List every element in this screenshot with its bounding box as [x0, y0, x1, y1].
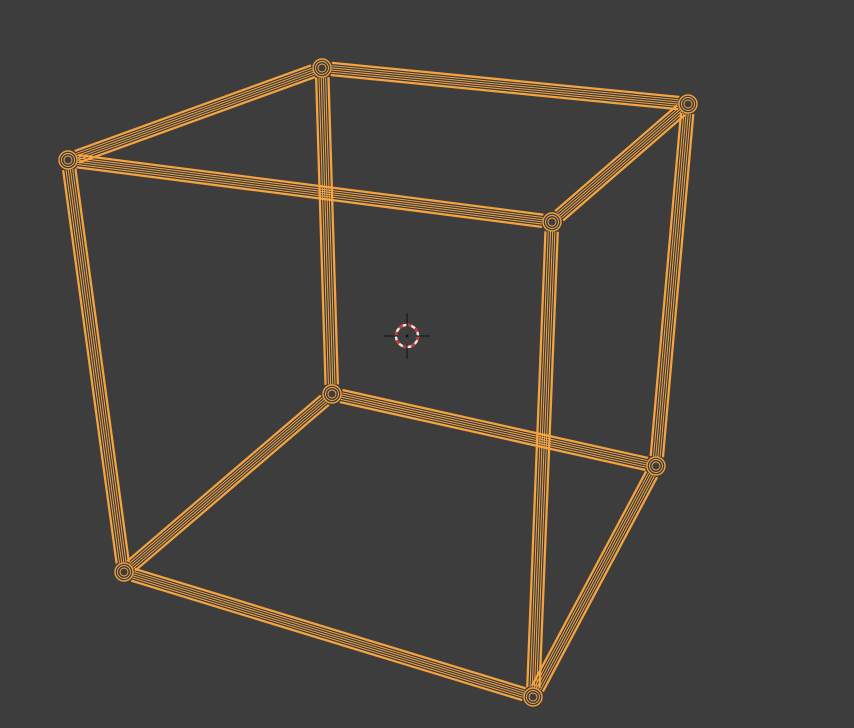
cube-edge-gh: [131, 579, 523, 700]
cube-edge-bd-outline: [554, 104, 677, 212]
cube-edge-eg-outline: [135, 404, 330, 572]
cube-corner-g: [119, 567, 129, 577]
cube-edge-ef-outline: [339, 401, 646, 471]
cube-corner-d: [545, 215, 559, 229]
cube-edge-cd: [77, 159, 543, 221]
cube-edge-bf: [657, 113, 689, 457]
cube-edge-cd: [76, 166, 542, 227]
cube-edge-gh: [132, 577, 523, 698]
cube-edge-cg: [72, 169, 127, 563]
cube-edge-cg: [67, 169, 123, 563]
beveled-cube-wireframe[interactable]: [58, 58, 698, 707]
cube-corner-a: [317, 63, 327, 73]
cube-edge-ef-outline: [342, 389, 649, 459]
cube-edge-gh-outline: [134, 567, 527, 689]
cube-edge-bf-outline: [662, 113, 695, 458]
cube-edge-ac-outline: [74, 64, 312, 152]
cube-edge-ac: [77, 71, 314, 159]
cube-edge-ef: [342, 390, 648, 459]
cube-edge-eg: [130, 399, 325, 566]
cube-corner-c: [61, 153, 75, 167]
cube-corner-b: [683, 99, 693, 109]
cube-edge-cg: [74, 168, 129, 562]
cube-edge-bd-outline: [563, 114, 686, 222]
cube-edge-ef: [341, 396, 647, 466]
cube-edge-cd: [77, 164, 543, 225]
cube-edge-ac: [75, 65, 312, 152]
cube-edge-bf: [661, 113, 694, 457]
cube-corner-d: [547, 217, 557, 227]
cube-corner-f: [651, 461, 661, 471]
cube-edge-bf-outline: [649, 112, 682, 457]
cube-edge-gh: [134, 571, 525, 692]
cursor-center-dot: [405, 334, 409, 338]
cube-edge-fh: [532, 471, 647, 687]
cube-edge-fh: [538, 474, 653, 690]
cube-edge-ac: [76, 69, 313, 157]
cube-edge-cd: [78, 155, 544, 216]
3d-viewport[interactable]: [0, 0, 854, 728]
cube-edge-ac: [78, 74, 315, 161]
cube-edge-ef: [341, 394, 647, 464]
cube-edge-eg: [127, 395, 322, 562]
cube-edge-ac-outline: [78, 76, 316, 164]
cube-edge-ab: [331, 69, 679, 105]
cube-edge-ef: [340, 398, 646, 468]
cube-corner-f: [649, 459, 663, 473]
cube-corner-e: [325, 387, 339, 401]
cube-edge-gh: [133, 573, 525, 694]
cube-edge-cd: [77, 161, 543, 223]
cube-edge-gh: [132, 575, 524, 696]
cube-edge-cg: [63, 170, 118, 564]
cube-edge-fh: [536, 473, 651, 689]
cube-edge-cg-outline: [62, 169, 118, 564]
cube-edge-gh-outline: [130, 580, 523, 702]
cube-edge-ef: [340, 401, 646, 470]
cube-edge-ab: [331, 65, 679, 101]
cube-edge-eg: [134, 404, 329, 571]
cube-edge-fh: [542, 476, 657, 692]
cube-edge-cg-outline: [74, 168, 130, 563]
cube-corner-g: [117, 565, 131, 579]
cube-edge-ac: [78, 76, 315, 163]
cube-edge-eg-outline: [126, 394, 321, 562]
cube-edge-cg: [69, 169, 125, 563]
cube-edge-ac: [75, 67, 312, 154]
cube-edge-eg: [131, 400, 326, 567]
cube-corner-b: [681, 97, 695, 111]
cube-corner-e: [327, 389, 337, 399]
cube-corner-h: [526, 690, 540, 704]
cube-corner-h: [528, 692, 538, 702]
cube-edge-bd: [561, 112, 684, 219]
cube-edge-eg: [133, 402, 327, 569]
cube-edge-cg: [65, 169, 120, 563]
cube-edge-bd: [555, 105, 678, 212]
cube-edge-cd: [77, 157, 543, 218]
cube-edge-gh: [134, 569, 526, 690]
cube-corner-a: [315, 61, 329, 75]
cube-edge-ef: [342, 392, 648, 462]
cube-edge-ab: [331, 67, 679, 103]
cube-edge-bd: [556, 107, 679, 214]
viewport-canvas[interactable]: [0, 0, 854, 728]
cube-edge-cd-outline: [76, 166, 543, 228]
cube-edge-cd-outline: [77, 154, 544, 216]
3d-cursor-icon[interactable]: [384, 313, 430, 359]
cube-edge-bf: [650, 113, 683, 457]
cube-edge-fh: [540, 475, 655, 691]
cube-edge-bd: [559, 110, 682, 217]
cube-edge-fh-outline: [542, 477, 658, 693]
cube-edge-fh: [534, 472, 649, 688]
cube-edge-bd: [562, 114, 685, 221]
cube-corner-c: [63, 155, 73, 165]
cube-edge-ab: [331, 71, 679, 107]
cube-edge-bf: [655, 113, 687, 457]
cube-edge-bd: [558, 109, 681, 216]
cube-edge-fh-outline: [531, 470, 647, 686]
cube-edge-eg: [129, 397, 323, 564]
